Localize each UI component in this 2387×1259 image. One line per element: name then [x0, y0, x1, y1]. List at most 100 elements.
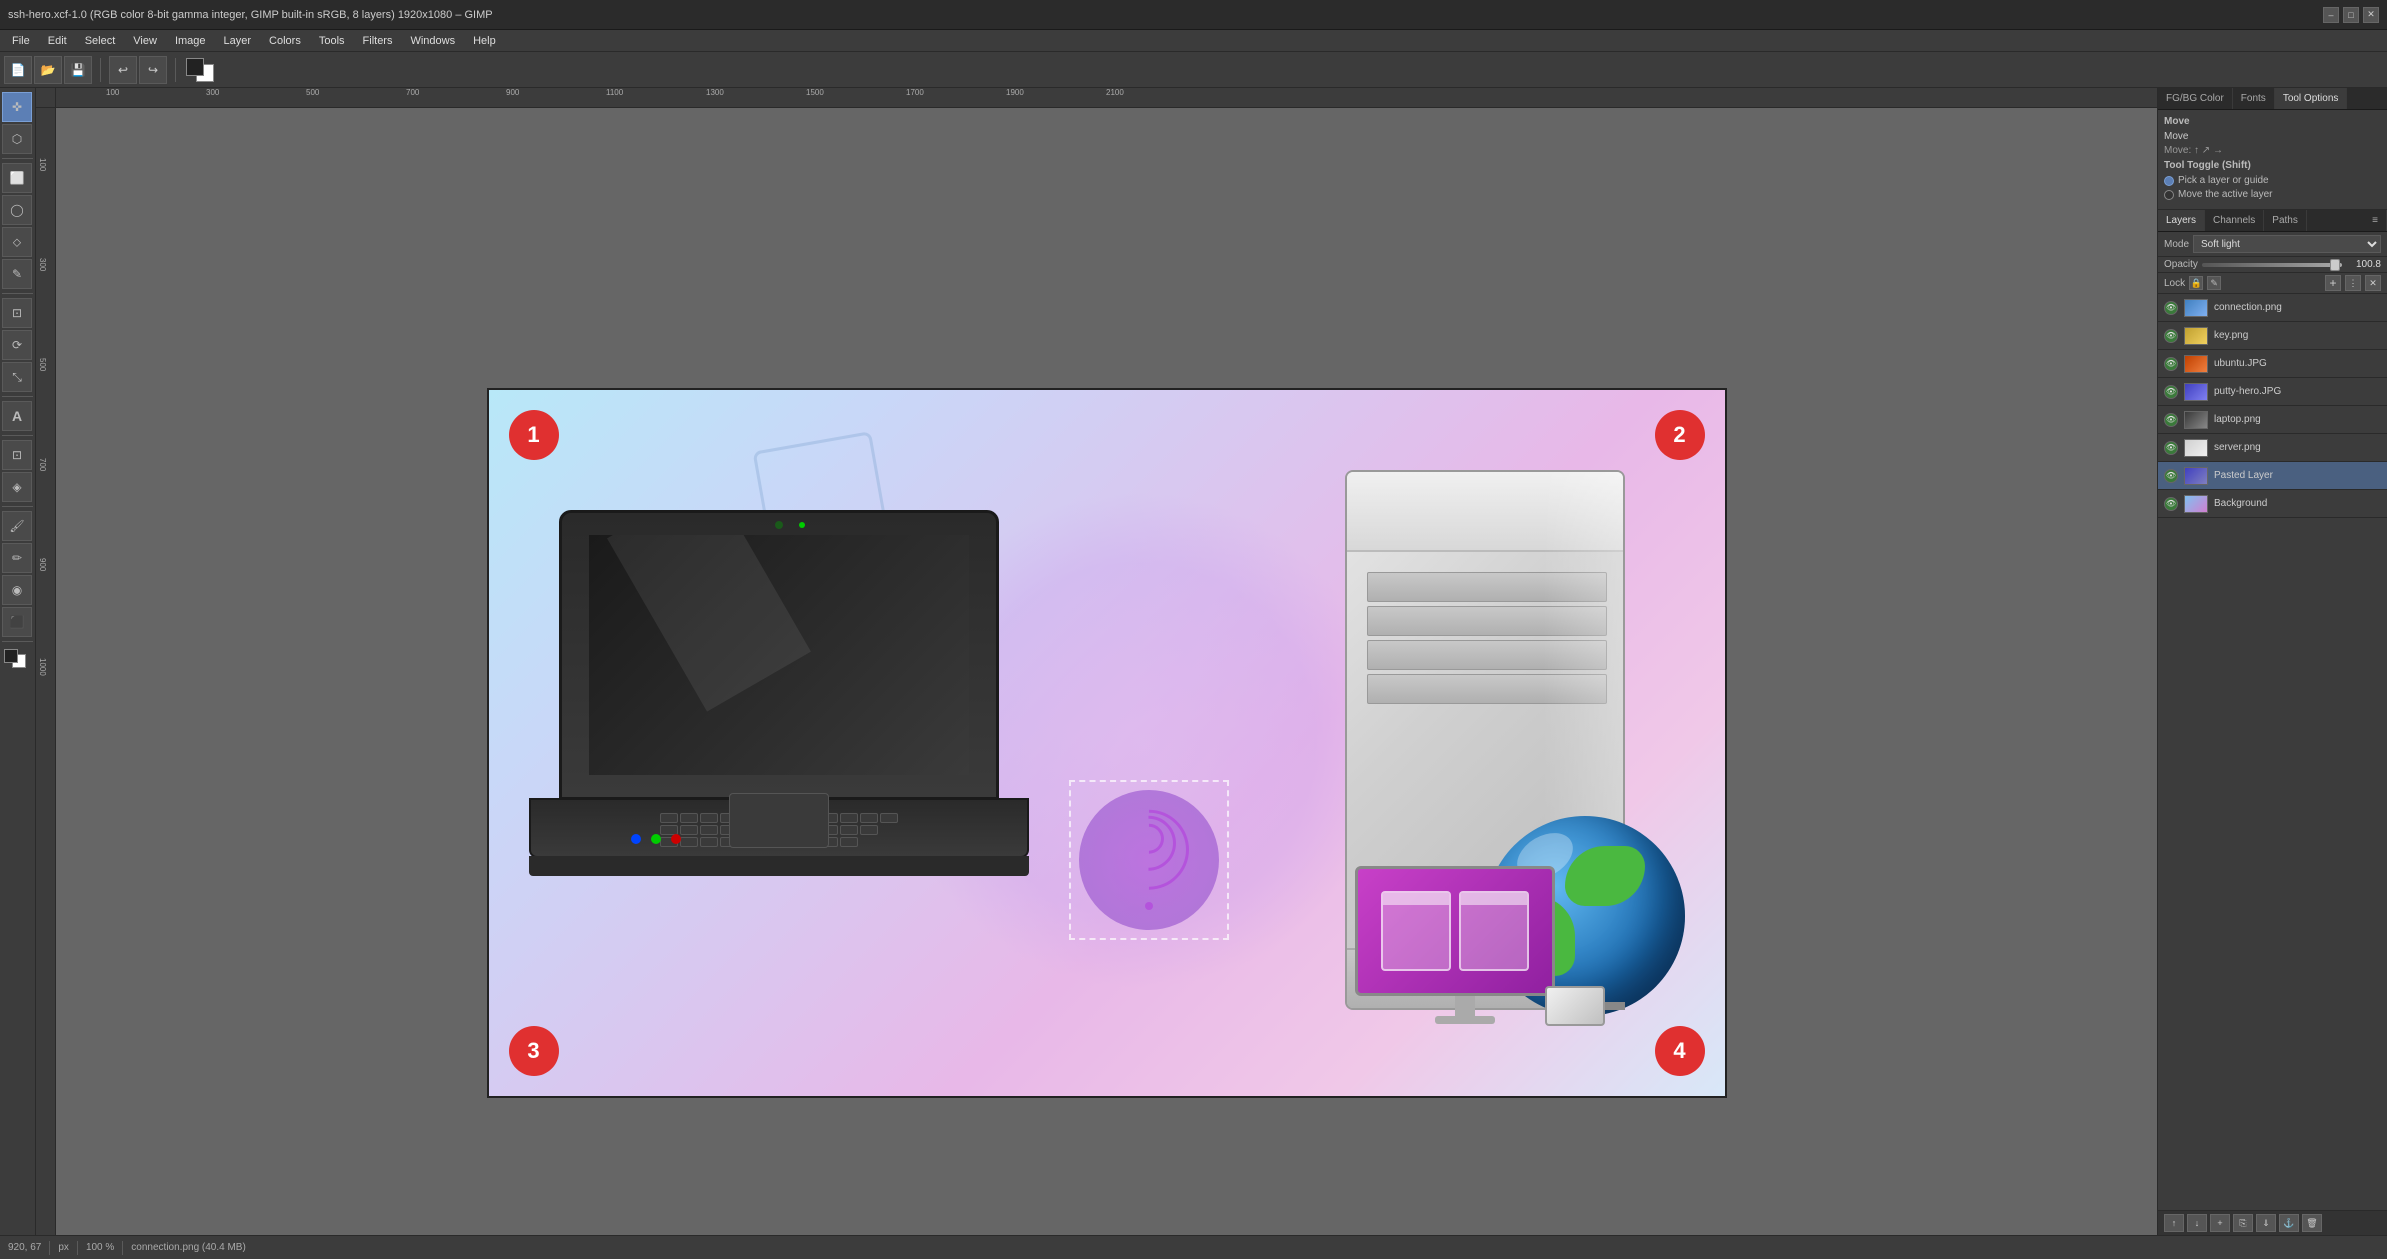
tab-fonts[interactable]: Fonts: [2233, 88, 2275, 109]
canvas-area[interactable]: 100 300 500 700 900 1100 1300 1500 1700 …: [36, 88, 2157, 1235]
menu-view[interactable]: View: [125, 33, 165, 49]
fg-bg-color-box[interactable]: [184, 56, 220, 84]
tab-paths[interactable]: Paths: [2264, 210, 2307, 231]
layer-delete-act-button[interactable]: 🗑: [2302, 1214, 2322, 1232]
minimize-button[interactable]: –: [2323, 7, 2339, 23]
tool-scale[interactable]: ⤡: [2, 362, 32, 392]
wifi-arcs: [1109, 823, 1189, 889]
monitor-base: [1435, 1016, 1495, 1024]
layer-menu-button[interactable]: ⋮: [2345, 275, 2361, 291]
opacity-slider-thumb[interactable]: [2330, 259, 2340, 271]
menu-filters[interactable]: Filters: [355, 33, 401, 49]
tool-rect-select[interactable]: ⬜: [2, 163, 32, 193]
layer-copy-button[interactable]: ⎘: [2233, 1214, 2253, 1232]
foreground-color-swatch[interactable]: [186, 58, 204, 76]
status-zoom: 100 %: [86, 1242, 114, 1253]
monitor-stand: [1455, 996, 1475, 1016]
layer-thumb-putty: [2184, 383, 2208, 401]
tool-crop[interactable]: ⊡: [2, 298, 32, 328]
key: [660, 813, 678, 823]
monitor-window-bar-2: [1461, 893, 1527, 905]
radio-move-active[interactable]: [2164, 190, 2174, 200]
layer-eye-key[interactable]: 👁: [2164, 329, 2178, 343]
menu-help[interactable]: Help: [465, 33, 504, 49]
layer-thumb-ubuntu: [2184, 355, 2208, 373]
toolbox-fg-bg[interactable]: [2, 646, 30, 674]
layer-row-pasted[interactable]: 👁 Pasted Layer: [2158, 462, 2387, 490]
new-button[interactable]: 📄: [4, 56, 32, 84]
layer-move-down-button[interactable]: ↓: [2187, 1214, 2207, 1232]
layer-eye-pasted[interactable]: 👁: [2164, 469, 2178, 483]
open-button[interactable]: 📂: [34, 56, 62, 84]
undo-button[interactable]: ↩: [109, 56, 137, 84]
layer-eye-ubuntu[interactable]: 👁: [2164, 357, 2178, 371]
canvas-viewport[interactable]: 1 2 3 4: [56, 108, 2157, 1235]
layer-new-button[interactable]: +: [2210, 1214, 2230, 1232]
tool-move[interactable]: ✜: [2, 92, 32, 122]
layer-delete-button[interactable]: ✕: [2365, 275, 2381, 291]
tool-blend[interactable]: ◈: [2, 472, 32, 502]
layer-row-ubuntu[interactable]: 👁 ubuntu.JPG: [2158, 350, 2387, 378]
tool-align[interactable]: ⬡: [2, 124, 32, 154]
redo-button[interactable]: ↪: [139, 56, 167, 84]
option-pick-layer[interactable]: Pick a layer or guide: [2164, 175, 2381, 186]
layer-eye-putty[interactable]: 👁: [2164, 385, 2178, 399]
menu-file[interactable]: File: [4, 33, 38, 49]
menu-select[interactable]: Select: [77, 33, 124, 49]
layer-row-connection[interactable]: 👁 connection.png: [2158, 294, 2387, 322]
layer-move-up-button[interactable]: ↑: [2164, 1214, 2184, 1232]
tab-tool-options[interactable]: Tool Options: [2275, 88, 2348, 109]
tool-airbrush[interactable]: ◉: [2, 575, 32, 605]
layer-row-putty[interactable]: 👁 putty-hero.JPG: [2158, 378, 2387, 406]
tab-layers[interactable]: Layers: [2158, 210, 2205, 231]
lock-position-button[interactable]: ✎: [2207, 276, 2221, 290]
lock-label: Lock: [2164, 278, 2185, 289]
layer-eye-connection[interactable]: 👁: [2164, 301, 2178, 315]
layers-tabs: Layers Channels Paths ≡: [2158, 210, 2387, 232]
tool-bucket-fill[interactable]: ⊡: [2, 440, 32, 470]
close-button[interactable]: ✕: [2363, 7, 2379, 23]
layer-row-server[interactable]: 👁 server.png: [2158, 434, 2387, 462]
tool-ellipse-select[interactable]: ◯: [2, 195, 32, 225]
tab-menu-icon[interactable]: ≡: [2364, 210, 2387, 231]
layer-row-background[interactable]: 👁 Background: [2158, 490, 2387, 518]
layer-thumb-laptop: [2184, 411, 2208, 429]
tool-paintbrush[interactable]: 🖌: [2, 511, 32, 541]
add-layer-button[interactable]: +: [2325, 275, 2341, 291]
layer-eye-background[interactable]: 👁: [2164, 497, 2178, 511]
menu-tools[interactable]: Tools: [311, 33, 353, 49]
tool-text[interactable]: A: [2, 401, 32, 431]
opacity-slider[interactable]: [2202, 263, 2342, 267]
key: [880, 813, 898, 823]
layer-anchor-button[interactable]: ⚓: [2279, 1214, 2299, 1232]
mode-select[interactable]: Soft light Normal Multiply Screen: [2193, 235, 2381, 253]
laptop-camera: [775, 521, 783, 529]
layer-row-key[interactable]: 👁 key.png: [2158, 322, 2387, 350]
layer-eye-laptop[interactable]: 👁: [2164, 413, 2178, 427]
laptop-led-indicators: [631, 834, 681, 844]
lock-pixels-button[interactable]: 🔒: [2189, 276, 2203, 290]
menu-image[interactable]: Image: [167, 33, 214, 49]
tool-rotate[interactable]: ⟳: [2, 330, 32, 360]
tool-erase[interactable]: ⬛: [2, 607, 32, 637]
tool-fuzzy-select[interactable]: ✎: [2, 259, 32, 289]
radio-pick-layer[interactable]: [2164, 176, 2174, 186]
laptop-screen-glare: [607, 535, 811, 712]
option-move-active[interactable]: Move the active layer: [2164, 189, 2381, 200]
save-button[interactable]: 💾: [64, 56, 92, 84]
tab-fg-bg-color[interactable]: FG/BG Color: [2158, 88, 2233, 109]
menu-layer[interactable]: Layer: [216, 33, 260, 49]
toolbox-fg-swatch[interactable]: [4, 649, 18, 663]
tool-free-select[interactable]: ⬦: [2, 227, 32, 257]
layer-merge-button[interactable]: ⇓: [2256, 1214, 2276, 1232]
tab-channels[interactable]: Channels: [2205, 210, 2264, 231]
layer-eye-server[interactable]: 👁: [2164, 441, 2178, 455]
menu-windows[interactable]: Windows: [402, 33, 463, 49]
lock-row: Lock 🔒 ✎ + ⋮ ✕: [2158, 273, 2387, 294]
menu-edit[interactable]: Edit: [40, 33, 75, 49]
maximize-button[interactable]: □: [2343, 7, 2359, 23]
tool-pencil[interactable]: ✏: [2, 543, 32, 573]
layer-row-laptop[interactable]: 👁 laptop.png: [2158, 406, 2387, 434]
menu-colors[interactable]: Colors: [261, 33, 309, 49]
key: [840, 837, 858, 847]
